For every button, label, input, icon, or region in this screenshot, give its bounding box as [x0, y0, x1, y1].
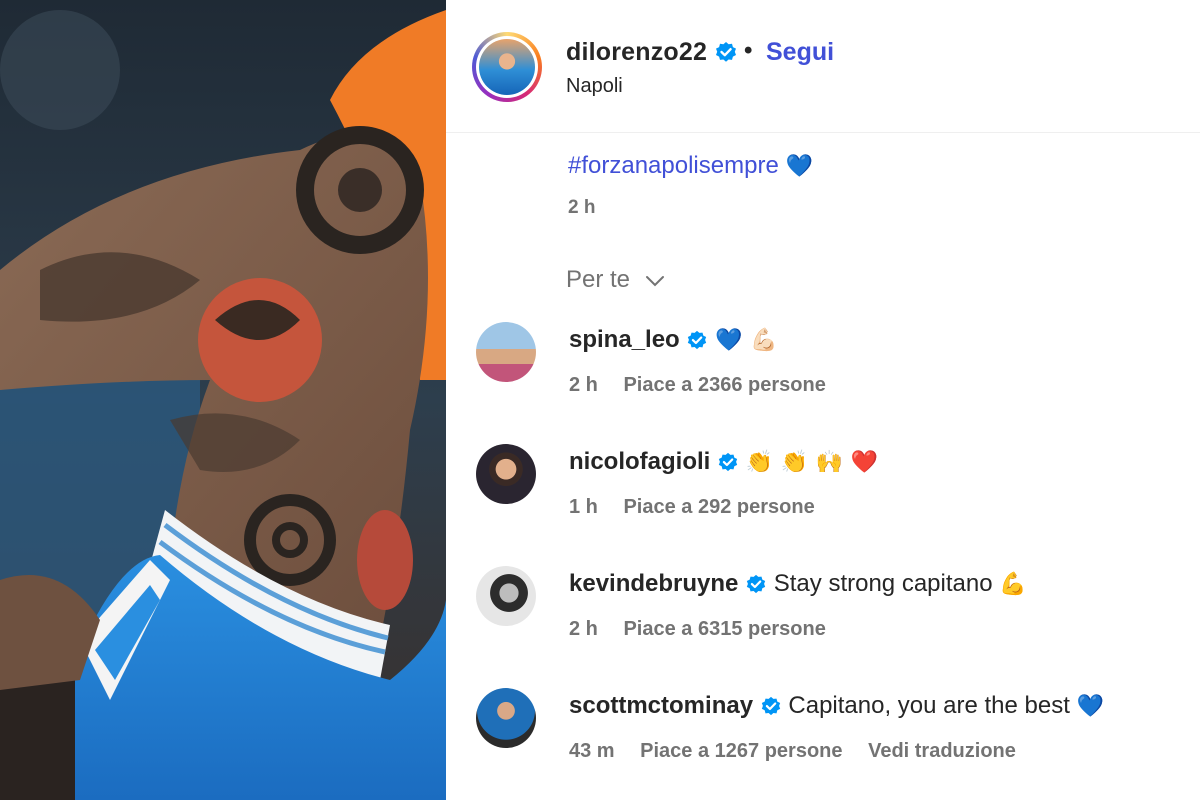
comment-text: Capitano, you are the best: [788, 692, 1070, 719]
comment-item: kevindebruyne Stay strong capitano 💪 2 h…: [446, 566, 1200, 666]
comment-time: 43 m: [569, 740, 615, 762]
commenter-avatar[interactable]: [476, 688, 536, 748]
comment-meta: 2 h Piace a 6315 persone: [569, 618, 846, 641]
blue-heart-emoji: 💙: [785, 154, 813, 179]
comment-body: spina_leo 💙 💪🏻: [569, 326, 778, 354]
commenter-avatar[interactable]: [476, 444, 536, 504]
comment-body: nicolofagioli 👏 👏 🙌 ❤️: [569, 448, 878, 476]
follow-button[interactable]: Segui: [766, 38, 834, 67]
verified-badge-icon: [716, 42, 737, 63]
comment-emoji: 💙 💪🏻: [715, 328, 778, 353]
comment-meta: 2 h Piace a 2366 persone: [569, 374, 846, 397]
post-location[interactable]: Napoli: [566, 75, 623, 98]
comment-likes[interactable]: Piace a 1267 persone: [640, 740, 842, 762]
comment-likes[interactable]: Piace a 6315 persone: [623, 618, 825, 640]
comment-time: 2 h: [569, 618, 598, 640]
author-avatar[interactable]: [472, 32, 542, 102]
comment-meta: 1 h Piace a 292 persone: [569, 496, 835, 519]
post-timestamp: 2 h: [568, 197, 596, 218]
commenter-username[interactable]: spina_leo: [569, 326, 680, 353]
verified-badge-icon: [688, 330, 707, 349]
commenter-username[interactable]: kevindebruyne: [569, 570, 738, 597]
see-translation-link[interactable]: Vedi traduzione: [868, 740, 1016, 762]
post-header: dilorenzo22 • Segui Napoli: [446, 0, 1200, 133]
comment-emoji: 💪: [999, 572, 1027, 597]
comment-text: Stay strong capitano: [773, 570, 993, 597]
comment-item: spina_leo 💙 💪🏻 2 h Piace a 2366 persone: [446, 322, 1200, 422]
comment-likes[interactable]: Piace a 2366 persone: [623, 374, 825, 396]
verified-badge-icon: [746, 574, 766, 593]
chevron-down-icon: [645, 275, 664, 287]
comment-likes[interactable]: Piace a 292 persone: [623, 496, 814, 518]
comment-body: scottmctominay Capitano, you are the bes…: [569, 692, 1104, 720]
hashtag-link[interactable]: #forzanapolisempre: [568, 152, 779, 179]
commenter-username[interactable]: nicolofagioli: [569, 448, 710, 475]
commenter-avatar[interactable]: [476, 322, 536, 382]
comment-meta: 43 m Piace a 1267 persone Vedi traduzion…: [569, 740, 1036, 763]
comment-time: 1 h: [569, 496, 598, 518]
post-side-panel: dilorenzo22 • Segui Napoli #forzanapolis…: [446, 0, 1200, 800]
comment-time: 2 h: [569, 374, 598, 396]
comment-item: scottmctominay Capitano, you are the bes…: [446, 688, 1200, 788]
separator-dot: •: [744, 37, 753, 64]
commenter-username[interactable]: scottmctominay: [569, 692, 753, 719]
comment-emoji: 💙: [1076, 694, 1104, 719]
comment-item: nicolofagioli 👏 👏 🙌 ❤️ 1 h Piace a 292 p…: [446, 444, 1200, 544]
comment-body: kevindebruyne Stay strong capitano 💪: [569, 570, 1027, 598]
comment-emoji: 👏 👏 🙌 ❤️: [745, 450, 879, 475]
verified-badge-icon: [718, 452, 738, 471]
verified-badge-icon: [761, 696, 780, 715]
author-username[interactable]: dilorenzo22: [566, 38, 738, 67]
post-photo: [0, 0, 446, 800]
comments-filter-dropdown[interactable]: Per te: [566, 266, 665, 294]
caption-hashtag-line: #forzanapolisempre 💙: [568, 152, 813, 180]
commenter-avatar[interactable]: [476, 566, 536, 626]
filter-label: Per te: [566, 266, 631, 293]
